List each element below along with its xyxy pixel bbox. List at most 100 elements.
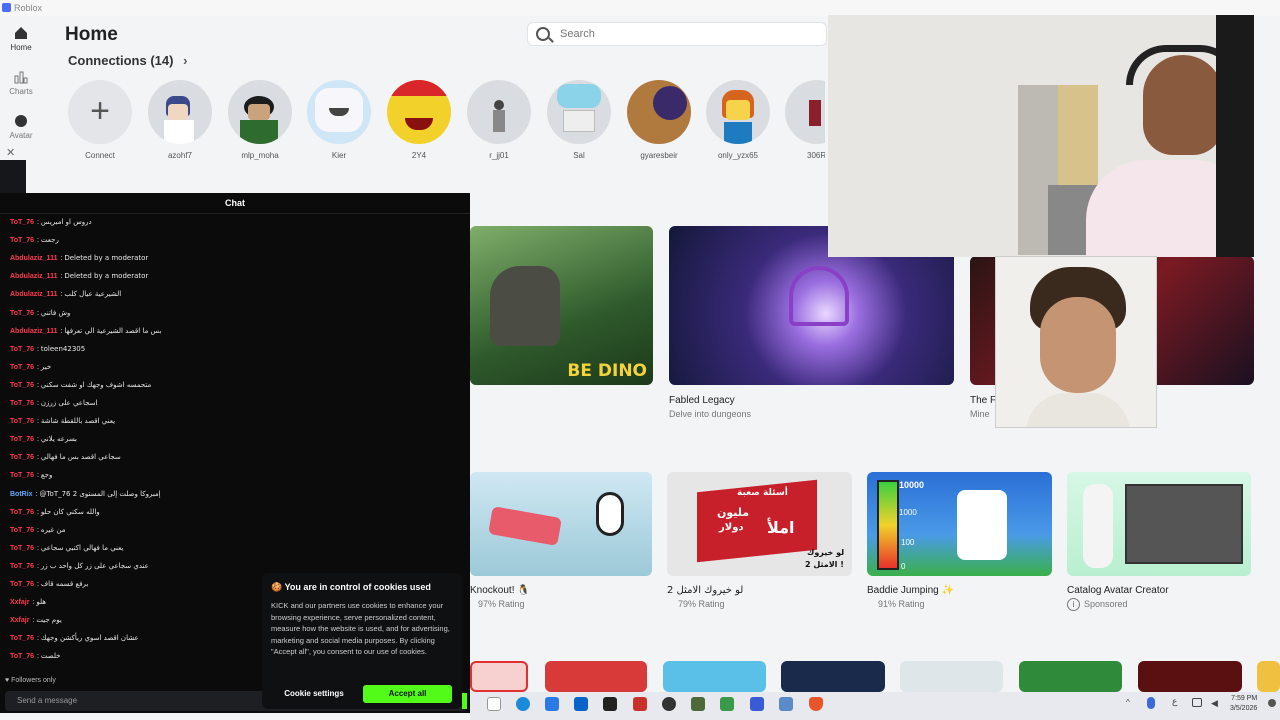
brave-icon[interactable] (809, 697, 823, 711)
connection-avatar[interactable]: only_yzx65 (705, 80, 771, 160)
chat-text: بسرعه يلاني (40, 435, 78, 444)
edge-icon[interactable] (516, 697, 530, 711)
chat-text: يعني اقصد باللقطة شاشة (40, 417, 116, 426)
file-icon[interactable] (487, 697, 501, 711)
chat-username[interactable]: ToT_76 (10, 527, 34, 534)
volume-icon[interactable]: ◀ (1211, 698, 1218, 709)
nav-charts[interactable]: Charts (0, 70, 42, 96)
chat-text: متحمسه اشوف وجهك او شفت سكني (40, 380, 152, 389)
game-card-dino[interactable]: BE DINO (470, 226, 653, 385)
chat-username[interactable]: ToT_76 (10, 310, 34, 317)
chat-username[interactable]: ToT_76 (10, 346, 34, 353)
connection-avatar[interactable]: Kier (306, 80, 372, 160)
game-title: The F (970, 395, 997, 406)
app-icon[interactable] (691, 697, 705, 711)
chat-username[interactable]: Abdulaziz_111 (10, 273, 57, 280)
webcam-streamer (828, 15, 1254, 257)
chat-text: يوم جيت (36, 616, 62, 625)
chat-username[interactable]: Abdulaziz_111 (10, 291, 57, 298)
game-card[interactable] (663, 661, 766, 692)
game-rating: 79% Rating (678, 599, 725, 609)
game-card[interactable] (1019, 661, 1122, 692)
chat-text: عندي سجاعي على زر كل واحد ب زر (40, 561, 149, 570)
nav-avatar[interactable]: Avatar (0, 114, 42, 140)
connect-button[interactable]: + Connect (67, 80, 133, 160)
game-title: لو خيروك الامثل 2 (667, 585, 744, 596)
outlook-icon[interactable] (574, 697, 588, 711)
avatar-icon (15, 115, 27, 127)
accept-all-button[interactable]: Accept all (363, 685, 452, 703)
microphone-icon[interactable] (1147, 697, 1155, 709)
game-card-would-you-rather[interactable]: أسئلة صعبة مليون دولار املأ لو خيروك الا… (667, 472, 852, 576)
chat-username[interactable]: Abdulaziz_111 (10, 328, 57, 335)
roblox-icon[interactable] (750, 697, 764, 711)
terminal-icon[interactable] (603, 697, 617, 711)
chat-username[interactable]: ToT_76 (10, 237, 34, 244)
connection-avatar[interactable]: 2Y4 (386, 80, 452, 160)
chat-username[interactable]: ToT_76 (10, 418, 34, 425)
game-card[interactable] (781, 661, 885, 692)
chat-text: Deleted by a moderator (64, 254, 149, 263)
chat-username[interactable]: ToT_76 (10, 545, 34, 552)
search-input[interactable]: Search (527, 22, 827, 46)
connection-avatar[interactable]: r_jj01 (466, 80, 532, 160)
chat-text: toleen42305 (40, 344, 86, 353)
chat-username[interactable]: Xxfajr (10, 599, 29, 606)
notification-icon[interactable] (1268, 699, 1276, 707)
chat-username[interactable]: Abdulaziz_111 (10, 255, 57, 262)
connection-avatar[interactable]: 306R (785, 80, 825, 160)
game-card[interactable] (545, 661, 647, 692)
avatar-image (957, 490, 1007, 560)
connection-avatar[interactable]: azohf7 (147, 80, 213, 160)
chat-username[interactable]: ToT_76 (10, 382, 34, 389)
cookie-settings-button[interactable]: Cookie settings (271, 685, 357, 703)
chat-username[interactable]: ToT_76 (10, 364, 34, 371)
connection-avatar[interactable]: mlp_moha (227, 80, 293, 160)
meter-label: 1000 (899, 508, 917, 517)
chat-username[interactable]: BotRix (10, 491, 33, 498)
chat-text: الشيرعية عيال كلب (64, 290, 122, 299)
network-icon[interactable] (1192, 698, 1202, 707)
chat-username[interactable]: ToT_76 (10, 563, 34, 570)
height-meter (877, 480, 899, 570)
taskbar-clock[interactable]: 7:59 PM 3/5/2026 (1230, 694, 1257, 714)
chat-username[interactable]: ToT_76 (10, 581, 34, 588)
window-titlebar: Roblox (0, 0, 1280, 16)
game-card[interactable] (1257, 661, 1280, 692)
connections-header[interactable]: Connections (14) › (68, 53, 187, 68)
chat-username[interactable]: ToT_76 (10, 219, 34, 226)
chat-text: وجع (40, 471, 53, 480)
chat-username[interactable]: ToT_76 (10, 509, 34, 516)
chat-username[interactable]: Xxfajr (10, 617, 29, 624)
store-icon[interactable] (545, 697, 559, 711)
chat-username[interactable]: ToT_76 (10, 454, 34, 461)
chat-username[interactable]: ToT_76 (10, 653, 34, 660)
chat-username[interactable]: ToT_76 (10, 472, 34, 479)
app-icon[interactable] (720, 697, 734, 711)
connection-avatar[interactable]: Sal (546, 80, 612, 160)
plus-icon: + (90, 92, 110, 130)
game-card-knockout[interactable] (470, 472, 652, 576)
followers-only-label: ♥ Followers only (5, 677, 56, 684)
chat-message: ToT_76: رجعت (10, 236, 59, 244)
connection-avatar[interactable]: gyaresbeir (626, 80, 692, 160)
chat-username[interactable]: ToT_76 (10, 436, 34, 443)
chat-username[interactable]: ToT_76 (10, 635, 34, 642)
game-card[interactable] (900, 661, 1003, 692)
side-panel-tab (0, 160, 26, 194)
app-icon[interactable] (779, 697, 793, 711)
app-icon[interactable] (633, 697, 647, 711)
chat-message: ToT_76: خير (10, 363, 51, 371)
language-indicator[interactable]: ع (1172, 697, 1177, 707)
dinosaur-image (490, 266, 560, 346)
nav-home[interactable]: Home (0, 26, 42, 52)
obs-icon[interactable] (662, 697, 676, 711)
chevron-up-icon[interactable]: ^ (1126, 698, 1130, 707)
game-card[interactable] (1138, 661, 1242, 692)
info-icon[interactable]: i (1067, 598, 1080, 611)
game-card[interactable] (470, 661, 528, 692)
close-icon[interactable]: ✕ (6, 146, 15, 159)
game-card-catalog-avatar[interactable] (1067, 472, 1251, 576)
game-card-baddie-jumping[interactable]: 10000 1000 100 0 (867, 472, 1052, 576)
chat-username[interactable]: ToT_76 (10, 400, 34, 407)
